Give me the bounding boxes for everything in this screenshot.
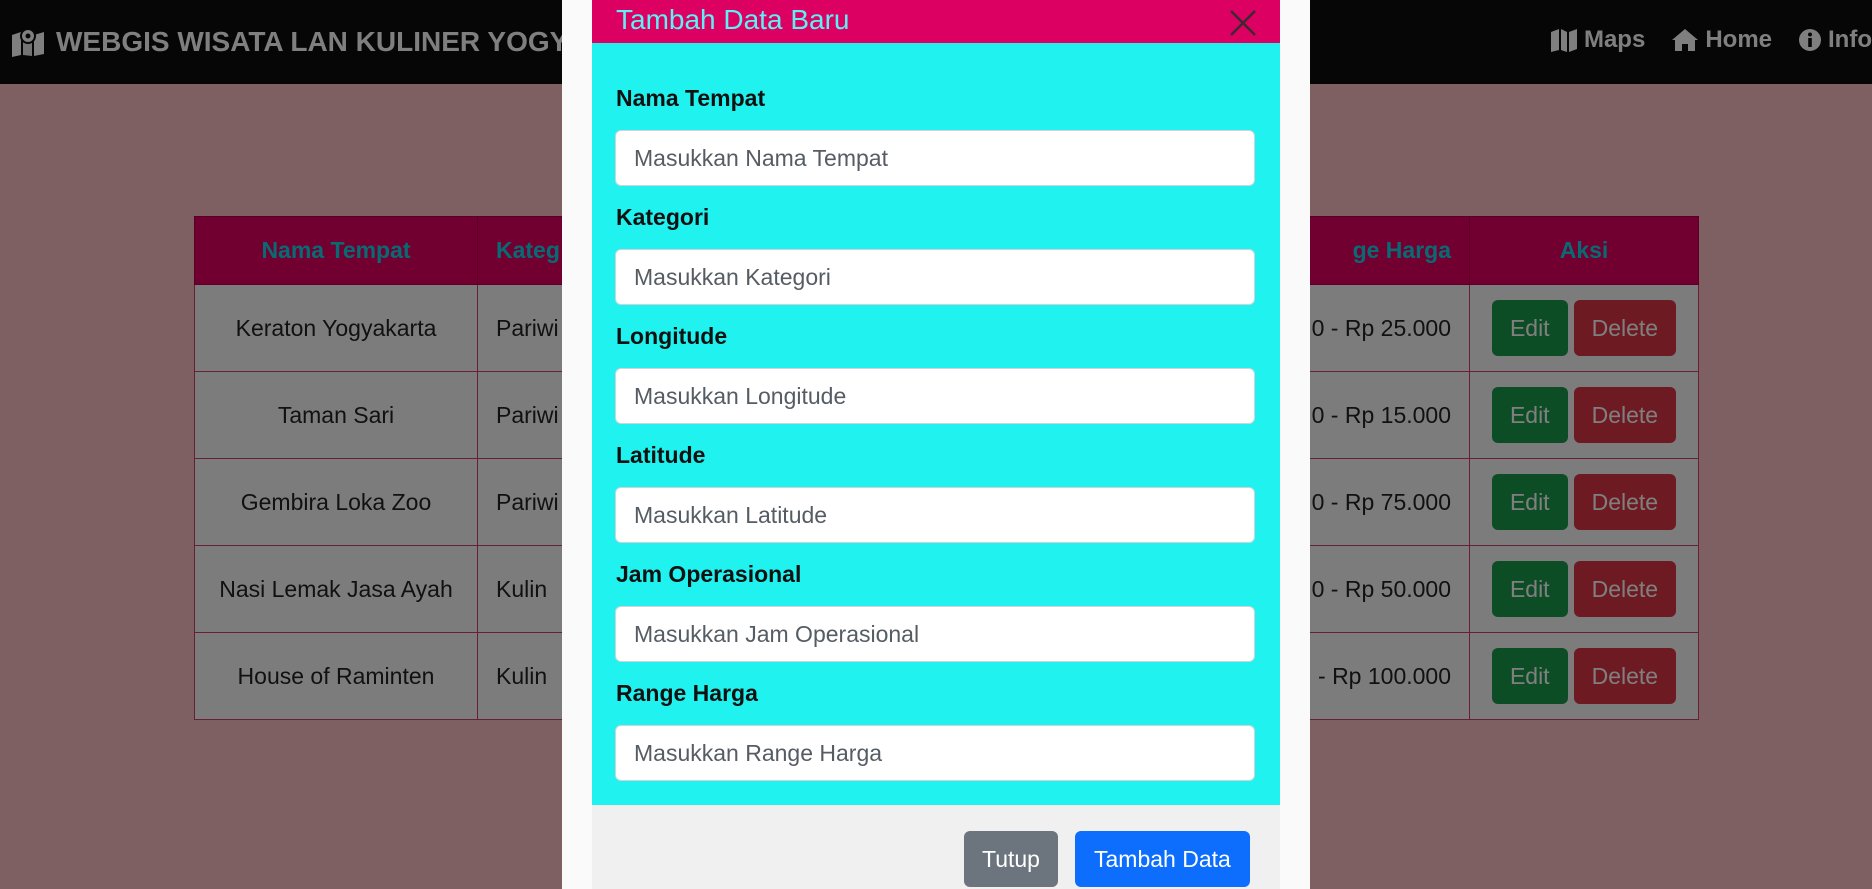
range-harga-input[interactable] <box>615 725 1255 781</box>
jam-operasional-input[interactable] <box>615 606 1255 662</box>
longitude-label: Longitude <box>616 323 728 349</box>
modal-body: Nama Tempat Kategori Longitude Latitude … <box>592 43 1280 805</box>
nama-tempat-label: Nama Tempat <box>616 85 766 111</box>
longitude-input[interactable] <box>615 368 1255 424</box>
range-harga-label: Range Harga <box>616 680 758 706</box>
latitude-input[interactable] <box>615 487 1255 543</box>
kategori-label: Kategori <box>616 204 710 230</box>
kategori-input[interactable] <box>615 249 1255 305</box>
nama-tempat-input[interactable] <box>615 130 1255 186</box>
close-button[interactable]: Tutup <box>964 831 1058 887</box>
close-icon[interactable] <box>1228 8 1258 38</box>
modal-title: Tambah Data Baru <box>616 4 850 35</box>
add-data-button[interactable]: Tambah Data <box>1075 831 1250 887</box>
latitude-label: Latitude <box>616 442 706 468</box>
jam-operasional-label: Jam Operasional <box>616 561 802 587</box>
modal-header: Tambah Data Baru <box>592 0 1280 43</box>
modal-footer: Tutup Tambah Data <box>592 805 1280 889</box>
